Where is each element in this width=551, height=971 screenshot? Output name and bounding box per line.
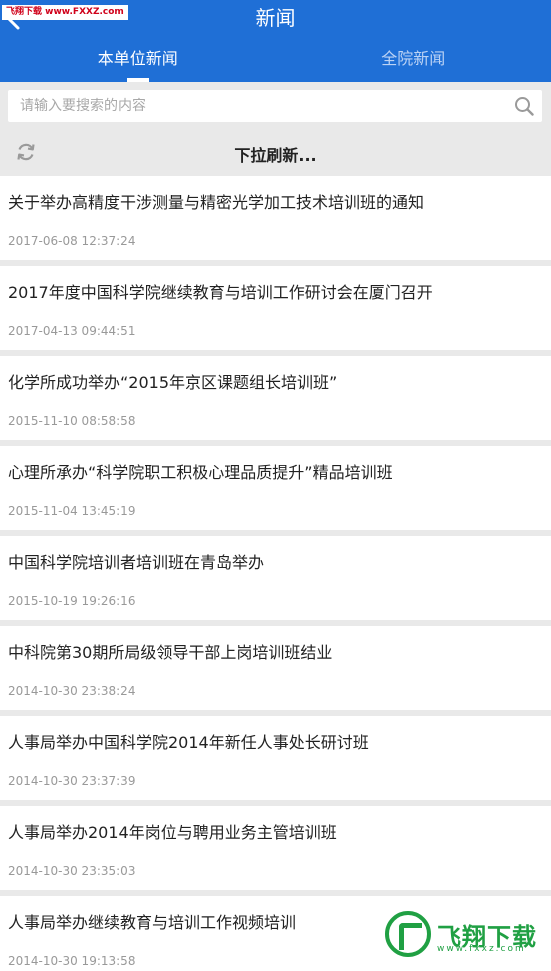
search-bar <box>0 82 551 130</box>
news-title: 中科院第30期所局级领导干部上岗培训班结业 <box>8 643 333 662</box>
news-title: 2017年度中国科学院继续教育与培训工作研讨会在厦门召开 <box>8 283 433 302</box>
news-date: 2015-11-04 13:45:19 <box>8 504 136 518</box>
news-list-item[interactable]: 2017年度中国科学院继续教育与培训工作研讨会在厦门召开 2017-04-13 … <box>0 266 551 350</box>
news-date: 2014-10-30 23:35:03 <box>8 864 136 878</box>
news-title: 人事局举办中国科学院2014年新任人事处长研讨班 <box>8 733 369 752</box>
news-list-item[interactable]: 人事局举办2014年岗位与聘用业务主管培训班 2014-10-30 23:35:… <box>0 806 551 890</box>
news-date: 2014-10-30 23:37:39 <box>8 774 136 788</box>
news-date: 2014-10-30 23:38:24 <box>8 684 136 698</box>
tab-all-news-label: 全院新闻 <box>381 49 446 68</box>
header-bar: 飞翔下载 www.FXXZ.com 新闻 本单位新闻 全院新闻 <box>0 0 551 82</box>
pull-refresh-bar: 下拉刷新... <box>0 130 551 176</box>
news-title: 化学所成功举办“2015年京区课题组长培训班” <box>8 373 338 392</box>
news-list-item[interactable]: 中国科学院培训者培训班在青岛举办 2015-10-19 19:26:16 <box>0 536 551 620</box>
news-title: 关于举办高精度干涉测量与精密光学加工技术培训班的通知 <box>8 193 425 212</box>
news-list: 关于举办高精度干涉测量与精密光学加工技术培训班的通知 2017-06-08 12… <box>0 176 551 971</box>
watermark-logo-icon <box>385 911 431 957</box>
tab-unit-news-label: 本单位新闻 <box>97 49 178 68</box>
search-box <box>8 90 542 122</box>
news-list-item[interactable]: 关于举办高精度干涉测量与精密光学加工技术培训班的通知 2017-06-08 12… <box>0 176 551 260</box>
news-title: 中国科学院培训者培训班在青岛举办 <box>8 553 265 572</box>
news-date: 2015-11-10 08:58:58 <box>8 414 136 428</box>
search-icon[interactable] <box>514 96 534 116</box>
refresh-label: 下拉刷新... <box>234 146 317 165</box>
news-title: 心理所承办“科学院职工积极心理品质提升”精品培训班 <box>8 463 393 482</box>
news-list-item[interactable]: 人事局举办中国科学院2014年新任人事处长研讨班 2014-10-30 23:3… <box>0 716 551 800</box>
tab-unit-news[interactable]: 本单位新闻 <box>0 44 276 82</box>
news-list-item[interactable]: 中科院第30期所局级领导干部上岗培训班结业 2014-10-30 23:38:2… <box>0 626 551 710</box>
watermark-logo: 飞翔下载 www.fxxz.com <box>385 911 545 957</box>
watermark-logo-url: www.fxxz.com <box>437 944 526 954</box>
news-date: 2014-10-30 19:13:58 <box>8 954 136 968</box>
page-title: 新闻 <box>255 6 296 30</box>
tab-bar: 本单位新闻 全院新闻 <box>0 44 551 82</box>
news-title: 人事局举办2014年岗位与聘用业务主管培训班 <box>8 823 337 842</box>
news-date: 2015-10-19 19:26:16 <box>8 594 136 608</box>
tab-all-news[interactable]: 全院新闻 <box>276 44 551 82</box>
news-list-item[interactable]: 心理所承办“科学院职工积极心理品质提升”精品培训班 2015-11-04 13:… <box>0 446 551 530</box>
app-root: 飞翔下载 www.FXXZ.com 新闻 本单位新闻 全院新闻 请输入要搜索的内… <box>0 0 551 971</box>
news-date: 2017-04-13 09:44:51 <box>8 324 136 338</box>
news-date: 2017-06-08 12:37:24 <box>8 234 136 248</box>
search-input[interactable] <box>20 90 500 122</box>
news-list-item[interactable]: 化学所成功举办“2015年京区课题组长培训班” 2015-11-10 08:58… <box>0 356 551 440</box>
